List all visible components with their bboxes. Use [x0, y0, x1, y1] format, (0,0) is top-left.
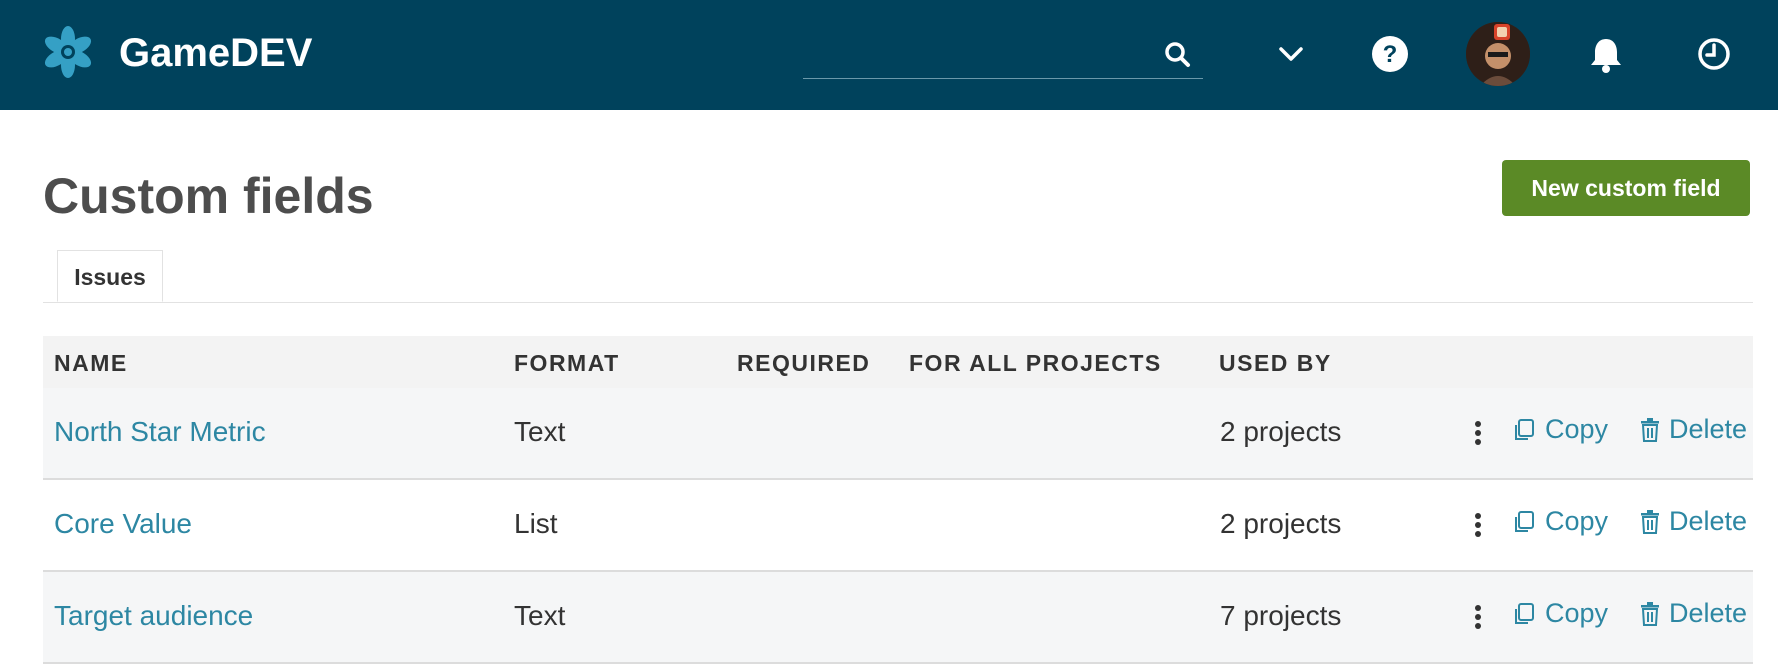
column-header-for-all-projects[interactable]: FOR ALL PROJECTS [909, 350, 1162, 377]
copy-icon [1515, 418, 1534, 440]
copy-button[interactable]: Copy [1511, 414, 1608, 445]
copy-label: Copy [1545, 598, 1609, 628]
field-used-by: 7 projects [1220, 600, 1342, 631]
copy-label: Copy [1545, 414, 1609, 444]
table-row: Target audience Text 7 projects Copy Del… [43, 572, 1753, 664]
column-header-used-by[interactable]: USED BY [1219, 350, 1332, 377]
clock-icon[interactable] [1694, 34, 1734, 74]
trash-icon [1641, 417, 1659, 442]
help-icon[interactable]: ? [1370, 34, 1410, 74]
new-custom-field-button[interactable]: New custom field [1502, 160, 1750, 216]
bell-icon[interactable] [1586, 34, 1626, 74]
table-row: Core Value List 2 projects Copy Delete [43, 480, 1753, 572]
delete-label: Delete [1669, 506, 1748, 536]
field-format: Text [514, 600, 566, 631]
delete-button[interactable]: Delete [1639, 506, 1747, 537]
tab-bar: Issues [43, 250, 1753, 303]
column-header-name[interactable]: NAME [54, 350, 128, 377]
search-input[interactable] [803, 34, 1157, 72]
top-header: GameDEV ? [0, 0, 1778, 110]
field-name-link[interactable]: North Star Metric [54, 416, 266, 448]
copy-icon [1515, 602, 1534, 624]
delete-label: Delete [1669, 414, 1748, 444]
avatar-image [1466, 22, 1530, 86]
copy-icon [1515, 510, 1534, 532]
copy-button[interactable]: Copy [1511, 598, 1608, 629]
more-options-icon[interactable] [1465, 602, 1491, 632]
column-header-format[interactable]: FORMAT [514, 350, 620, 377]
chevron-down-icon[interactable] [1271, 34, 1311, 74]
delete-button[interactable]: Delete [1639, 414, 1747, 445]
table-row: North Star Metric Text 2 projects Copy D… [43, 388, 1753, 480]
app-title[interactable]: GameDEV [119, 28, 312, 78]
table-header: NAME FORMAT REQUIRED FOR ALL PROJECTS US… [43, 336, 1753, 388]
column-header-required[interactable]: REQUIRED [737, 350, 870, 377]
field-used-by: 2 projects [1220, 508, 1342, 539]
custom-fields-table: NAME FORMAT REQUIRED FOR ALL PROJECTS US… [43, 336, 1753, 664]
more-options-icon[interactable] [1465, 418, 1491, 448]
field-format: List [514, 508, 558, 539]
more-options-icon[interactable] [1465, 510, 1491, 540]
delete-label: Delete [1669, 598, 1748, 628]
field-format: Text [514, 416, 566, 447]
svg-text:?: ? [1383, 41, 1398, 68]
trash-icon [1641, 509, 1659, 534]
tab-issues[interactable]: Issues [57, 250, 163, 302]
field-name-link[interactable]: Target audience [54, 600, 253, 632]
copy-label: Copy [1545, 506, 1609, 536]
delete-button[interactable]: Delete [1639, 598, 1747, 629]
page-title: Custom fields [43, 168, 374, 224]
trash-icon [1641, 601, 1659, 626]
search-box [803, 30, 1203, 79]
user-avatar[interactable] [1466, 22, 1530, 86]
field-name-link[interactable]: Core Value [54, 508, 192, 540]
field-used-by: 2 projects [1220, 416, 1342, 447]
copy-button[interactable]: Copy [1511, 506, 1608, 537]
search-icon[interactable] [1163, 40, 1191, 68]
asterisk-logo-icon[interactable] [42, 26, 94, 78]
